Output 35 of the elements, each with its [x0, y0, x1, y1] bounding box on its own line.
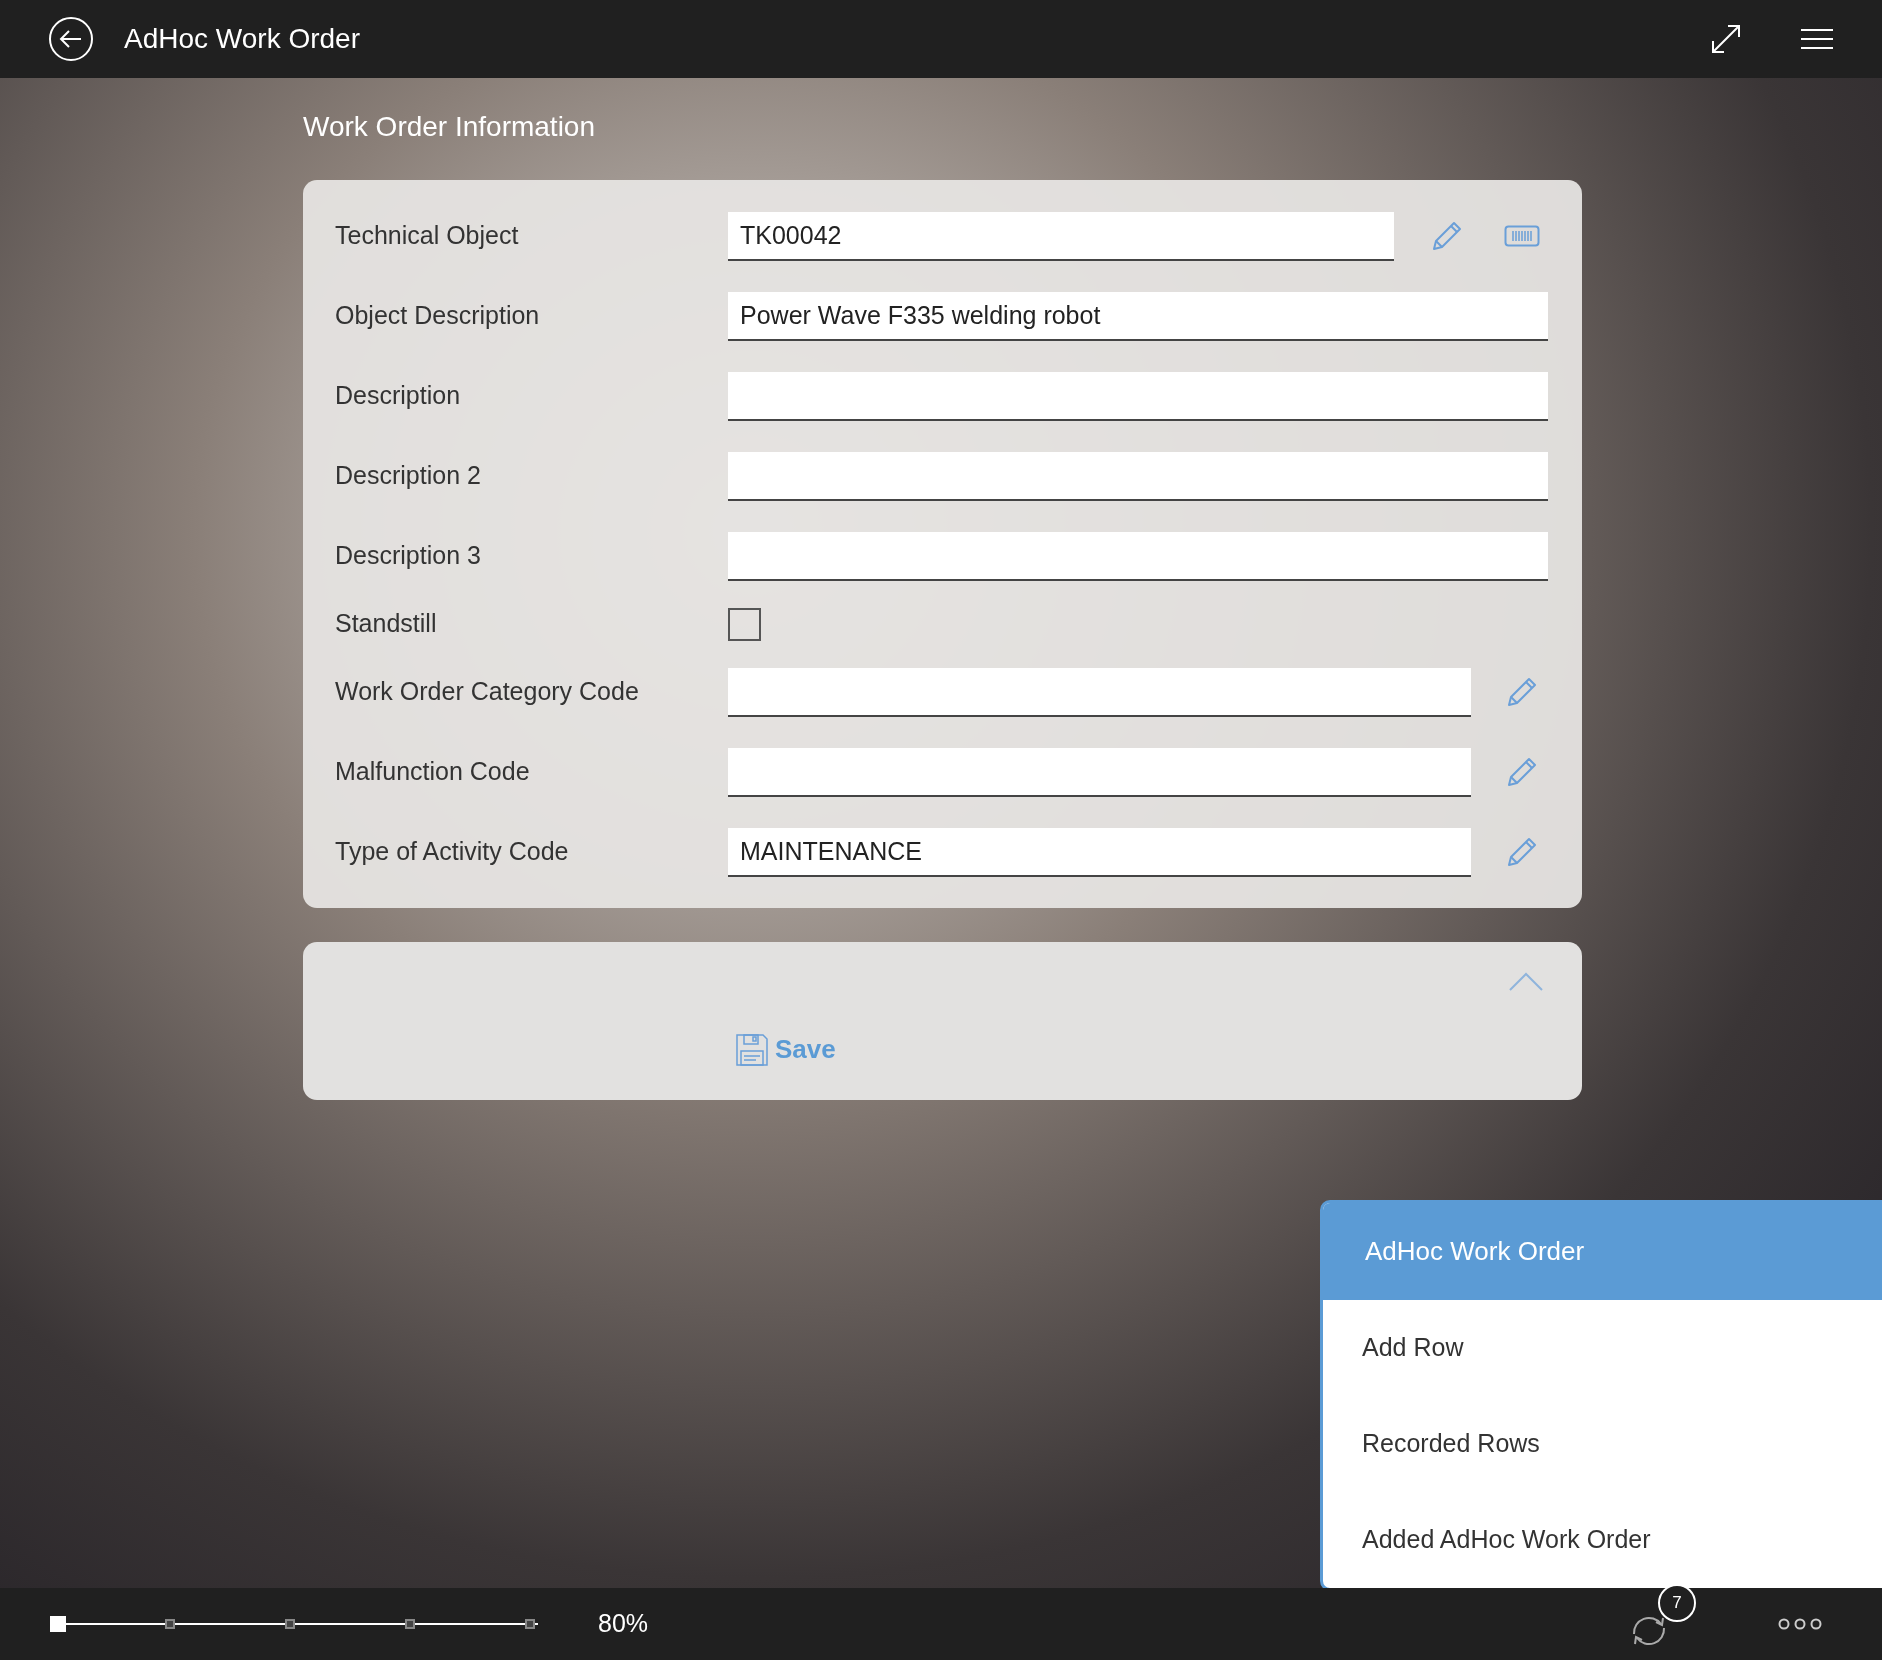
back-icon[interactable] [48, 16, 94, 62]
field-label: Work Order Category Code [335, 676, 640, 708]
menu-icon[interactable] [1800, 28, 1834, 50]
field-label: Technical Object [335, 220, 520, 252]
field-label: Description 2 [335, 460, 482, 492]
slider-tick[interactable] [525, 1619, 535, 1629]
input-field[interactable] [728, 451, 1548, 501]
field-label: Standstill [335, 608, 438, 640]
floppy-icon [735, 1032, 769, 1067]
input-field[interactable] [728, 747, 1471, 797]
menu-item[interactable]: Recorded Rows [1323, 1396, 1882, 1492]
input-field[interactable] [728, 371, 1548, 421]
field-label: Description 3 [335, 540, 482, 572]
menu-item[interactable]: Add Row [1323, 1300, 1882, 1396]
more-icon[interactable] [1778, 1618, 1822, 1630]
section-title: Work Order Information [303, 110, 596, 144]
input-field[interactable]: MAINTENANCE [728, 827, 1471, 877]
field-label: Type of Activity Code [335, 836, 570, 868]
window-title: AdHoc Work Order [124, 22, 360, 56]
slider-tick[interactable] [405, 1619, 415, 1629]
input-field[interactable]: Power Wave F335 welding robot [728, 291, 1548, 341]
slider-tick[interactable] [165, 1619, 175, 1629]
field-label: Description [335, 380, 462, 412]
sync-count-badge: 7 [1658, 1584, 1696, 1622]
slider-tick[interactable] [285, 1619, 295, 1629]
menu-title: AdHoc Work Order [1323, 1203, 1882, 1300]
input-field[interactable] [728, 531, 1548, 581]
expand-icon[interactable] [1710, 23, 1742, 55]
field-label: Malfunction Code [335, 756, 531, 788]
field-label: Object Description [335, 300, 541, 332]
input-field[interactable] [728, 667, 1471, 717]
zoom-reading: 80% [598, 1608, 649, 1640]
slider-thumb[interactable] [50, 1616, 66, 1632]
input-field[interactable]: TK00042 [728, 211, 1394, 261]
checkbox[interactable] [728, 607, 761, 641]
